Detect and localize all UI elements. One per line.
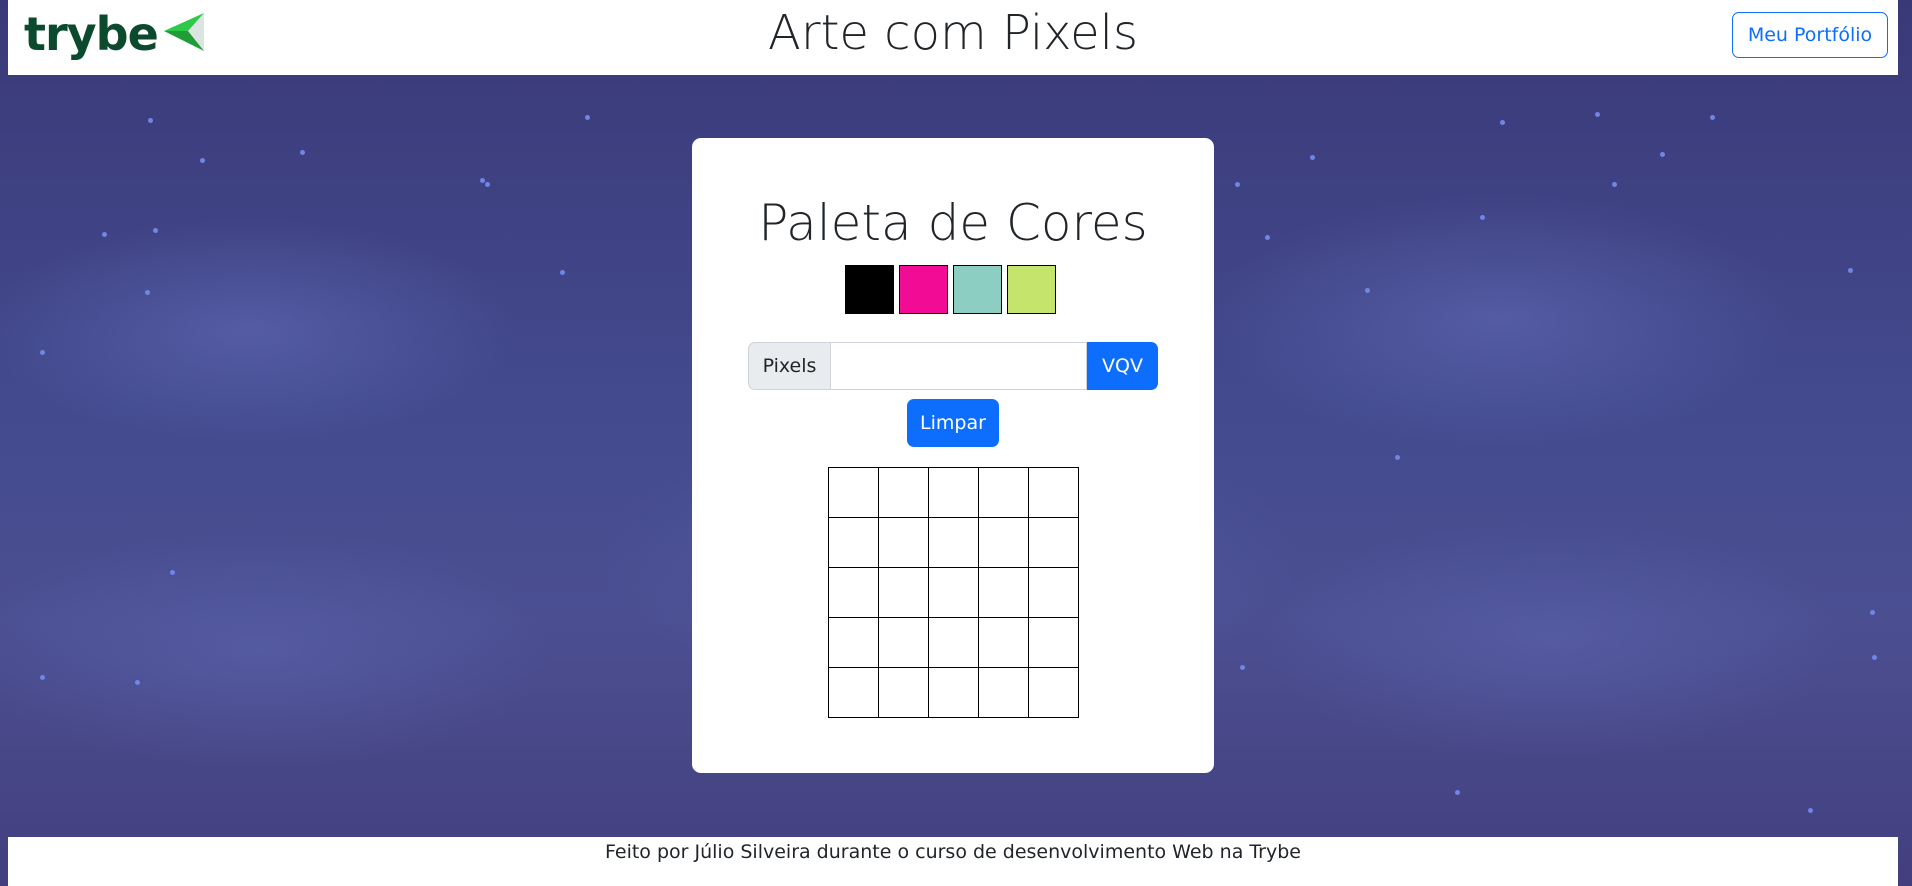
- palette-color-black[interactable]: [845, 265, 894, 314]
- pixel-cell[interactable]: [1029, 518, 1079, 568]
- pixel-cell[interactable]: [1029, 468, 1079, 518]
- board-size-label: Pixels: [748, 342, 830, 390]
- color-palette: [845, 265, 1056, 314]
- board-size-group: Pixels VQV: [748, 342, 1158, 390]
- pixel-cell[interactable]: [829, 618, 879, 668]
- pixel-cell[interactable]: [929, 668, 979, 718]
- generate-board-button[interactable]: VQV: [1087, 342, 1158, 390]
- pixel-cell[interactable]: [979, 568, 1029, 618]
- pixel-art-card: Paleta de Cores Pixels VQV Limpar: [692, 138, 1214, 773]
- palette-title: Paleta de Cores: [758, 194, 1148, 252]
- pixel-cell[interactable]: [1029, 668, 1079, 718]
- footer-text: Feito por Júlio Silveira durante o curso…: [604, 841, 1301, 863]
- pixel-cell[interactable]: [979, 468, 1029, 518]
- pixel-cell[interactable]: [929, 618, 979, 668]
- top-navbar: trybe Arte com Pixels Meu Portfólio: [8, 0, 1898, 75]
- pixel-cell[interactable]: [979, 618, 1029, 668]
- clear-board-button[interactable]: Limpar: [907, 399, 999, 447]
- palette-color-lime[interactable]: [1007, 265, 1056, 314]
- board-size-input[interactable]: [830, 342, 1087, 390]
- pixel-cell[interactable]: [829, 568, 879, 618]
- palette-color-teal[interactable]: [953, 265, 1002, 314]
- pixel-cell[interactable]: [979, 518, 1029, 568]
- pixel-cell[interactable]: [929, 518, 979, 568]
- pixel-cell[interactable]: [829, 468, 879, 518]
- pixel-cell[interactable]: [929, 568, 979, 618]
- pixel-cell[interactable]: [829, 668, 879, 718]
- pixel-cell[interactable]: [929, 468, 979, 518]
- pixel-cell[interactable]: [879, 568, 929, 618]
- pixel-cell[interactable]: [879, 668, 929, 718]
- pixel-cell[interactable]: [879, 518, 929, 568]
- palette-color-pink[interactable]: [899, 265, 948, 314]
- pixel-cell[interactable]: [979, 668, 1029, 718]
- pixel-cell[interactable]: [1029, 568, 1079, 618]
- pixel-cell[interactable]: [1029, 618, 1079, 668]
- footer: Feito por Júlio Silveira durante o curso…: [8, 837, 1898, 886]
- portfolio-button[interactable]: Meu Portfólio: [1732, 12, 1888, 58]
- page-title: Arte com Pixels: [768, 5, 1138, 61]
- pixel-board: [828, 467, 1079, 718]
- pixel-cell[interactable]: [879, 468, 929, 518]
- pixel-cell[interactable]: [829, 518, 879, 568]
- pixel-cell[interactable]: [879, 618, 929, 668]
